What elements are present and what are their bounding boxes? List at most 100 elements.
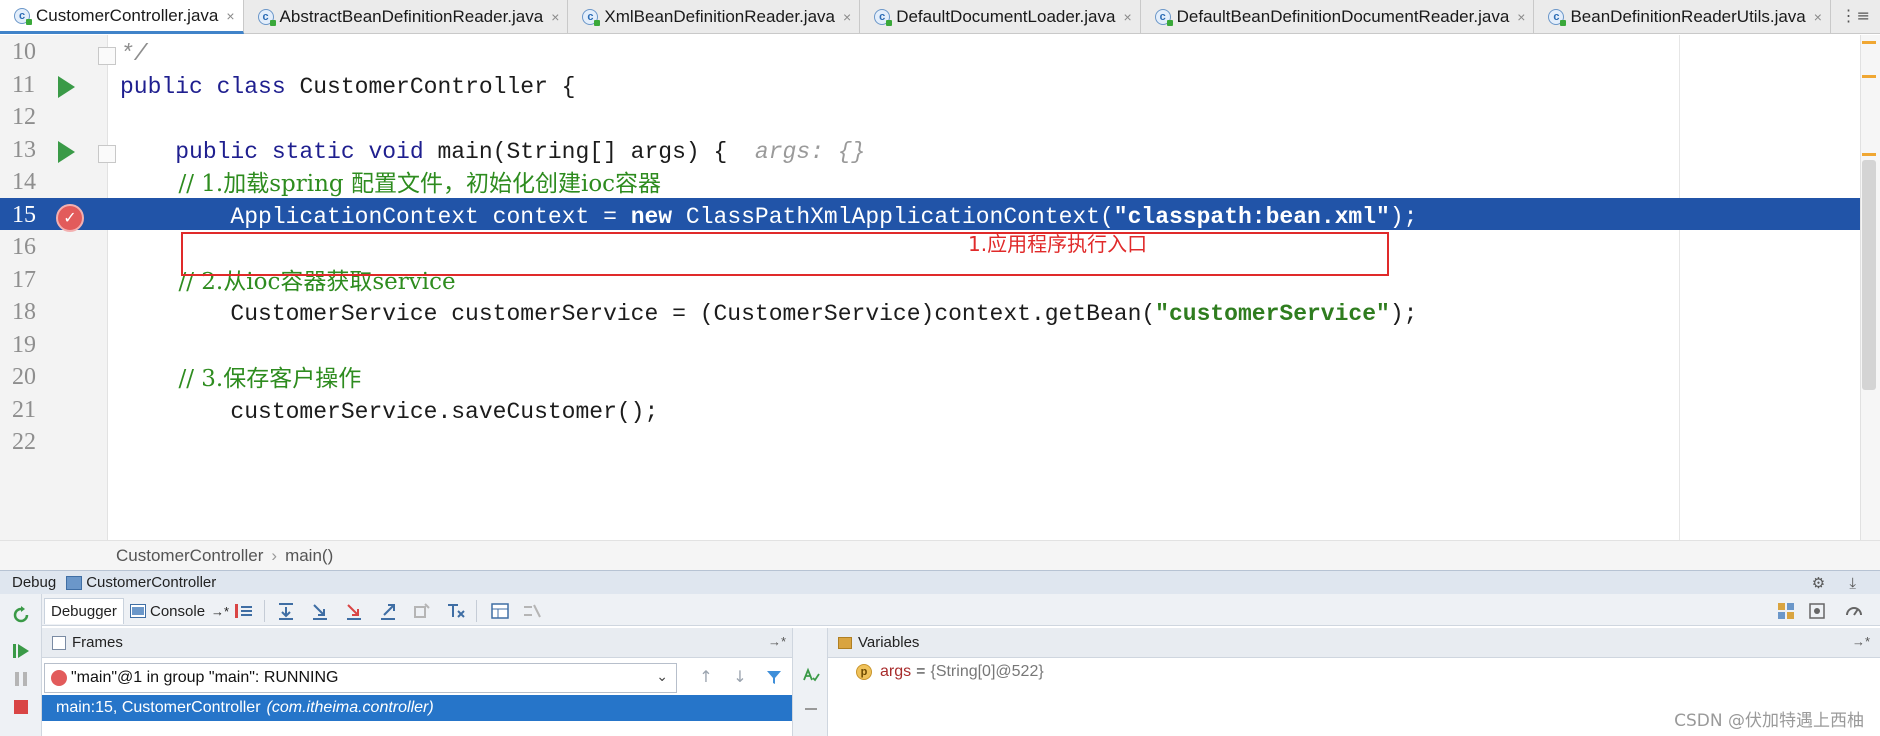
frame-method: main:15, CustomerController bbox=[56, 699, 261, 716]
code-line[interactable]: 10 */ bbox=[0, 35, 1860, 68]
code-line[interactable]: 22 bbox=[0, 425, 1860, 458]
settings-icon[interactable]: ⚙ ⤓ bbox=[1812, 574, 1866, 592]
line-number[interactable]: 13 bbox=[12, 137, 52, 164]
tab-list-menu-icon[interactable]: ⋮≡ bbox=[1841, 6, 1870, 25]
watermark: CSDN @伏加特遇上西柚 bbox=[1674, 711, 1864, 731]
tab-debugger[interactable]: Debugger bbox=[44, 598, 124, 624]
line-number[interactable]: 10 bbox=[12, 39, 52, 66]
line-number[interactable]: 21 bbox=[12, 397, 52, 424]
close-icon[interactable]: × bbox=[1517, 9, 1525, 25]
code-line[interactable]: 21 customerService.saveCustomer(); bbox=[0, 393, 1860, 426]
highlight-box bbox=[181, 232, 1389, 276]
resume-icon[interactable] bbox=[12, 642, 30, 660]
line-number[interactable]: 11 bbox=[12, 72, 52, 99]
close-icon[interactable]: × bbox=[226, 8, 234, 24]
tab-console[interactable]: Console →* bbox=[124, 598, 235, 624]
run-icon[interactable] bbox=[58, 75, 75, 98]
force-step-into-icon[interactable] bbox=[344, 601, 364, 621]
remove-watch-icon[interactable] bbox=[802, 700, 820, 718]
code-line[interactable]: 20 // 3.保存客户操作 bbox=[0, 360, 1860, 393]
code-token: args: {} bbox=[754, 138, 866, 165]
rerun-icon[interactable] bbox=[12, 606, 30, 624]
step-over-icon[interactable] bbox=[276, 601, 296, 621]
restore-layout-icon[interactable] bbox=[1776, 601, 1796, 621]
tab-file[interactable]: c DefaultDocumentLoader.java × bbox=[860, 0, 1141, 34]
warning-marker[interactable] bbox=[1862, 75, 1876, 78]
warning-marker[interactable] bbox=[1862, 153, 1876, 156]
code-line[interactable]: 11 public class CustomerController { bbox=[0, 68, 1860, 101]
line-number[interactable]: 12 bbox=[12, 104, 52, 131]
variables-title: Variables bbox=[858, 634, 920, 651]
line-number[interactable]: 19 bbox=[12, 332, 52, 359]
overhead-icon[interactable] bbox=[1844, 601, 1864, 621]
code-text: ApplicationContext context = new ClassPa… bbox=[120, 200, 1417, 234]
code-line[interactable]: 12 bbox=[0, 100, 1860, 133]
filter-icon[interactable] bbox=[764, 667, 784, 687]
close-icon[interactable]: × bbox=[843, 9, 851, 25]
tab-label: CustomerController.java bbox=[36, 5, 219, 25]
drop-frame-icon[interactable] bbox=[412, 601, 432, 621]
variable-equals: = bbox=[916, 663, 926, 680]
frames-list bbox=[42, 721, 792, 736]
thread-dropdown[interactable]: "main"@1 in group "main": RUNNING ⌄ bbox=[44, 663, 677, 693]
variables-side-toolbar bbox=[792, 628, 828, 736]
line-number[interactable]: 20 bbox=[12, 364, 52, 391]
tab-label: DefaultBeanDefinitionDocumentReader.java bbox=[1176, 7, 1510, 26]
run-icon[interactable] bbox=[58, 140, 75, 163]
list-item[interactable]: main:15, CustomerController (com.itheima… bbox=[42, 695, 792, 721]
breadcrumb-class[interactable]: CustomerController bbox=[116, 546, 263, 566]
run-config-icon bbox=[66, 575, 83, 590]
close-icon[interactable]: × bbox=[1123, 9, 1131, 25]
previous-frame-icon[interactable]: ↑ bbox=[696, 667, 716, 687]
code-line[interactable]: 13 public static void main(String[] args… bbox=[0, 133, 1860, 166]
close-icon[interactable]: × bbox=[551, 9, 559, 25]
close-icon[interactable]: × bbox=[1814, 9, 1822, 25]
code-line[interactable]: 14 // 1.加载spring 配置文件，初始化创建ioc容器 bbox=[0, 165, 1860, 198]
breadcrumb-method[interactable]: main() bbox=[285, 546, 333, 566]
fold-icon[interactable] bbox=[98, 144, 116, 163]
fold-icon[interactable] bbox=[98, 47, 116, 65]
tab-file[interactable]: c AbstractBeanDefinitionReader.java × bbox=[244, 0, 569, 34]
step-into-icon[interactable] bbox=[310, 601, 330, 621]
code-line[interactable]: 15 ✓ ApplicationContext context = new Cla… bbox=[0, 197, 1860, 234]
line-number[interactable]: 14 bbox=[12, 169, 52, 196]
tab-console-label: Console bbox=[150, 602, 206, 620]
chevron-down-icon[interactable]: ⌄ bbox=[656, 668, 668, 685]
code-line[interactable]: 18 CustomerService customerService = (Cu… bbox=[0, 295, 1860, 328]
line-number[interactable]: 22 bbox=[12, 429, 52, 456]
code-text: public class CustomerController { bbox=[120, 70, 575, 104]
evaluate-icon[interactable] bbox=[802, 666, 820, 684]
pin-tab-icon[interactable]: →* bbox=[211, 604, 229, 619]
debug-config-name[interactable]: CustomerController bbox=[86, 574, 216, 591]
warning-marker[interactable] bbox=[1862, 41, 1876, 44]
variables-icon bbox=[838, 636, 852, 649]
step-out-icon[interactable] bbox=[378, 601, 398, 621]
tab-file[interactable]: c DefaultBeanDefinitionDocumentReader.jav… bbox=[1141, 0, 1535, 34]
pause-icon[interactable] bbox=[12, 670, 30, 688]
pin-icon[interactable]: →* bbox=[768, 634, 786, 649]
code-token: public class bbox=[120, 73, 300, 100]
show-execution-point-icon[interactable] bbox=[234, 601, 254, 621]
run-to-cursor-icon[interactable] bbox=[446, 601, 466, 621]
breakpoint-icon[interactable]: ✓ bbox=[56, 203, 84, 232]
trace-icon[interactable] bbox=[522, 601, 542, 621]
code-line[interactable]: 19 bbox=[0, 328, 1860, 361]
scrollbar-thumb[interactable] bbox=[1862, 160, 1876, 390]
line-number[interactable]: 18 bbox=[12, 299, 52, 326]
line-number[interactable]: 17 bbox=[12, 267, 52, 294]
line-number[interactable]: 15 bbox=[12, 202, 52, 229]
toolbar-divider bbox=[264, 600, 265, 622]
stop-icon[interactable] bbox=[12, 698, 30, 716]
code-editor[interactable]: 10 */11 public class CustomerController {1… bbox=[0, 35, 1880, 540]
next-frame-icon[interactable]: ↓ bbox=[730, 667, 750, 687]
memory-view-icon[interactable] bbox=[1808, 601, 1828, 621]
pin-icon[interactable]: →* bbox=[1852, 634, 1870, 649]
tab-file[interactable]: c BeanDefinitionReaderUtils.java × bbox=[1534, 0, 1831, 34]
tab-file[interactable]: c CustomerController.java × bbox=[0, 0, 244, 34]
evaluate-expression-icon[interactable] bbox=[490, 601, 510, 621]
code-token: public static void bbox=[120, 138, 438, 165]
line-number[interactable]: 16 bbox=[12, 234, 52, 261]
code-token: ); bbox=[1389, 203, 1418, 230]
tab-file[interactable]: c XmlBeanDefinitionReader.java × bbox=[568, 0, 861, 34]
variable-row[interactable]: p args = {String[0]@522} bbox=[856, 663, 1044, 681]
